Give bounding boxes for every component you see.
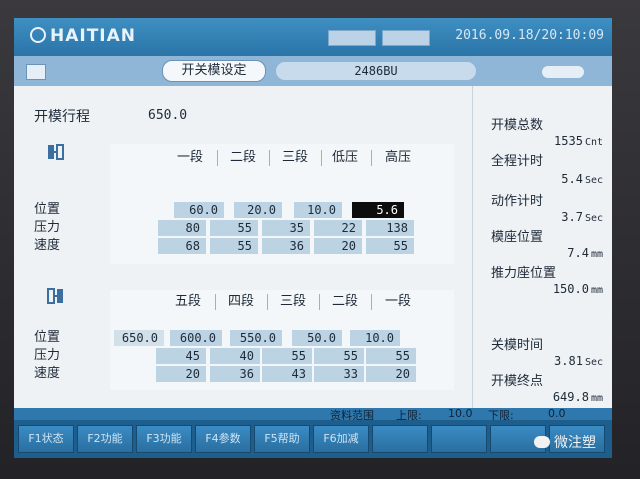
mold-close-position-5[interactable]: 10.0 (350, 330, 400, 346)
lower-limit-value: 0.0 (548, 407, 566, 420)
tab-right-button[interactable] (542, 66, 584, 78)
mold-close-speed-4[interactable]: 33 (314, 366, 364, 382)
mold-close-col-3: 三段 (279, 294, 306, 309)
mold-open-speed-5[interactable]: 55 (366, 238, 414, 254)
mold-open-pressure-1[interactable]: 80 (158, 220, 206, 236)
mold-close-pressure-5[interactable]: 55 (366, 348, 416, 364)
f7-key[interactable] (372, 425, 428, 453)
divider (371, 150, 372, 166)
screen-icon[interactable] (26, 64, 46, 80)
open-count-value: 1535 Cnt (554, 134, 603, 148)
mold-open-pressure-label: 压力 (34, 220, 61, 235)
platen-position-label: 模座位置 (491, 230, 544, 245)
f2-key[interactable]: F2功能 (77, 425, 133, 453)
mold-open-position-1[interactable]: 60.0 (174, 202, 224, 218)
mold-close-col-4: 二段 (331, 294, 358, 309)
mold-close-pressure-3[interactable]: 55 (262, 348, 312, 364)
datetime: 2016.09.18/20:10:09 (455, 28, 604, 43)
platen-position-value: 7.4 mm (567, 246, 603, 260)
logo-text: HAITIAN (50, 26, 137, 46)
mold-close-position-label: 位置 (34, 330, 61, 345)
mold-open-stroke-label: 开模行程 (34, 109, 90, 125)
mold-open-position-3[interactable]: 10.0 (294, 202, 342, 218)
thrust-position-value: 150.0 mm (552, 282, 603, 296)
action-time-value: 3.7 Sec (561, 210, 603, 224)
mold-open-position-2[interactable]: 20.0 (234, 202, 282, 218)
mold-open-speed-4[interactable]: 20 (314, 238, 362, 254)
mold-open-speed-3[interactable]: 36 (262, 238, 310, 254)
top-button-2[interactable] (382, 30, 430, 46)
mold-close-speed-label: 速度 (34, 366, 61, 381)
f3-key[interactable]: F3功能 (136, 425, 192, 453)
mold-close-col-1: 五段 (174, 294, 201, 309)
function-key-bar: F1状态 F2功能 F3功能 F4参数 F5帮助 F6加减 (14, 420, 612, 458)
mold-close-pressure-label: 压力 (34, 348, 61, 363)
haitian-logo: HAITIAN (30, 26, 136, 46)
mold-open-pressure-5[interactable]: 138 (366, 220, 414, 236)
open-end-label: 开模终点 (491, 374, 544, 389)
hmi-screen: HAITIAN 2016.09.18/20:10:09 开关模设定 2486BU… (14, 18, 612, 458)
thrust-position-label: 推力座位置 (491, 266, 557, 281)
mold-open-speed-1[interactable]: 68 (158, 238, 206, 254)
mold-open-pressure-4[interactable]: 22 (314, 220, 362, 236)
f8-key[interactable] (431, 425, 487, 453)
mold-open-speed-label: 速度 (34, 238, 61, 253)
mold-close-col-2: 四段 (227, 294, 254, 309)
watermark-text: 微注塑 (554, 435, 596, 451)
close-time-label: 关模时间 (491, 338, 544, 353)
mold-close-speed-1[interactable]: 20 (156, 366, 206, 382)
mold-close-speed-3[interactable]: 43 (262, 366, 312, 382)
top-bar: HAITIAN 2016.09.18/20:10:09 (14, 18, 612, 56)
divider (371, 294, 372, 310)
mold-open-position-label: 位置 (34, 202, 61, 217)
divider (215, 294, 216, 310)
f5-key[interactable]: F5帮助 (254, 425, 310, 453)
mold-close-pressure-4[interactable]: 55 (314, 348, 364, 364)
mold-open-speed-2[interactable]: 55 (210, 238, 258, 254)
mold-close-col-5: 一段 (384, 294, 411, 309)
close-time-value: 3.81 Sec (554, 354, 603, 368)
divider (269, 150, 270, 166)
data-range-bar: 资料范围 上限: 10.0 下限: 0.0 (14, 407, 612, 422)
open-end-value: 649.8 mm (552, 390, 603, 404)
main-content: 开模行程 650.0 一段 二段 三段 低压 高压 位置 压力 速度 60.0 … (14, 86, 612, 408)
mold-open-stroke-value[interactable]: 650.0 (148, 108, 187, 123)
status-panel: 开模总数 1535 Cnt 全程计时 5.4 Sec 动作计时 3.7 Sec 模座位… (472, 86, 612, 408)
watermark: 微注塑 (534, 432, 596, 452)
mold-close-speed-2[interactable]: 36 (210, 366, 260, 382)
divider (267, 294, 268, 310)
mold-close-position-3[interactable]: 550.0 (230, 330, 282, 346)
mold-open-col-4: 低压 (331, 150, 358, 165)
mold-open-col-5: 高压 (384, 150, 411, 165)
tab-info: 2486BU (276, 62, 476, 80)
cycle-time-value: 5.4 Sec (561, 172, 603, 186)
mold-close-position-1[interactable]: 650.0 (114, 330, 164, 346)
mold-open-col-1: 一段 (176, 150, 203, 165)
divider (217, 150, 218, 166)
mold-close-icon (47, 288, 63, 304)
mold-open-icon (48, 144, 64, 160)
open-count-label: 开模总数 (491, 118, 544, 133)
tab-bar: 开关模设定 2486BU (14, 56, 612, 86)
mold-close-pressure-1[interactable]: 45 (156, 348, 206, 364)
mold-open-col-3: 三段 (281, 150, 308, 165)
mold-close-pressure-2[interactable]: 40 (210, 348, 260, 364)
mold-close-position-2[interactable]: 600.0 (170, 330, 222, 346)
top-button-1[interactable] (328, 30, 376, 46)
f4-key[interactable]: F4参数 (195, 425, 251, 453)
f6-key[interactable]: F6加减 (313, 425, 369, 453)
tab-mold-open-close-settings[interactable]: 开关模设定 (162, 60, 266, 82)
action-time-label: 动作计时 (491, 194, 544, 209)
chat-bubble-icon (534, 436, 550, 448)
mold-open-pressure-2[interactable]: 55 (210, 220, 258, 236)
mold-open-col-2: 二段 (229, 150, 256, 165)
mold-open-position-4[interactable]: 5.6 (352, 202, 404, 218)
mold-close-position-4[interactable]: 50.0 (292, 330, 342, 346)
cycle-time-label: 全程计时 (491, 154, 544, 169)
mold-close-speed-5[interactable]: 20 (366, 366, 416, 382)
upper-limit-value: 10.0 (448, 407, 473, 420)
f1-key[interactable]: F1状态 (18, 425, 74, 453)
divider (319, 294, 320, 310)
mold-open-pressure-3[interactable]: 35 (262, 220, 310, 236)
